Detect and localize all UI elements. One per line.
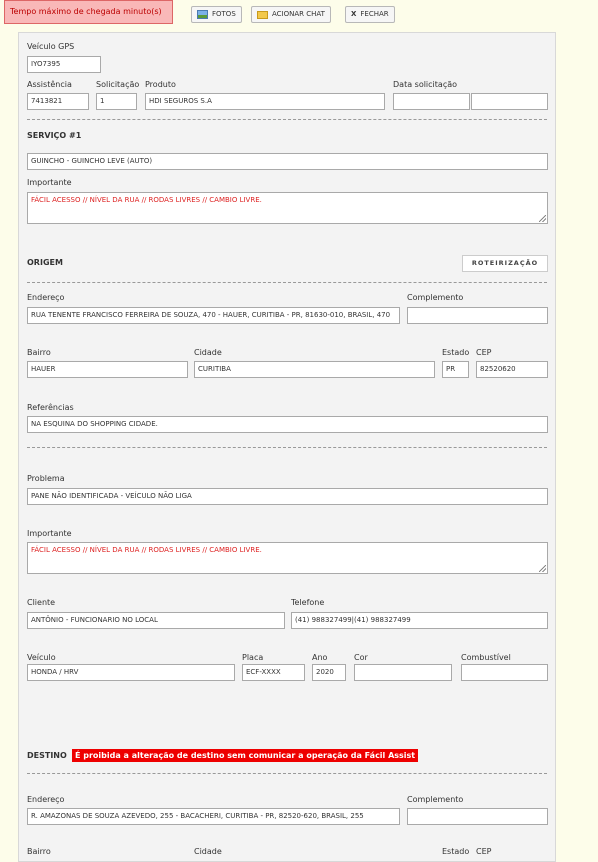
origem-bairro-label: Bairro [27,348,51,357]
origem-endereco-field[interactable]: RUA TENENTE FRANCISCO FERREIRA DE SOUZA,… [27,307,400,324]
combustivel-label: Combustível [461,653,511,662]
origem-bairro-field[interactable]: HAUER [27,361,188,378]
veiculo-label: Veículo [27,653,56,662]
cor-label: Cor [354,653,368,662]
fotos-button[interactable]: FOTOS [191,6,242,23]
origem-importante-textarea[interactable]: FÁCIL ACESSO // NÍVEL DA RUA // RODAS LI… [27,542,548,574]
origem-complemento-label: Complemento [407,293,464,302]
servico-importante-label: Importante [27,178,72,187]
cor-field[interactable] [354,664,452,681]
data-solicitacao-date-field[interactable] [393,93,470,110]
divider [27,119,547,120]
max-arrival-time-label: Tempo máximo de chegada minuto(s) [4,0,173,24]
destino-cep-label: CEP [476,847,492,856]
origem-complemento-field[interactable] [407,307,548,324]
origem-cidade-field[interactable]: CURITIBA [194,361,435,378]
problema-field[interactable]: PANE NÃO IDENTIFICADA - VEÍCULO NÃO LIGA [27,488,548,505]
origem-cep-label: CEP [476,348,492,357]
close-icon: X [351,10,357,18]
telefone-field[interactable]: (41) 988327499|(41) 988327499 [291,612,548,629]
divider [27,447,547,448]
divider [27,773,547,774]
telefone-label: Telefone [291,598,325,607]
photo-icon [197,10,208,19]
servico-field[interactable]: GUINCHO - GUINCHO LEVE (AUTO) [27,153,548,170]
destino-complemento-field[interactable] [407,808,548,825]
veiculo-gps-field[interactable]: IYO7395 [27,56,101,73]
produto-field[interactable]: HDI SEGUROS S.A [145,93,385,110]
data-solicitacao-time-field[interactable] [471,93,548,110]
servico-importante-textarea[interactable]: FÁCIL ACESSO // NÍVEL DA RUA // RODAS LI… [27,192,548,224]
destino-title: DESTINO [27,751,67,760]
envelope-icon [257,10,268,19]
solicitacao-label: Solicitação [96,80,140,89]
origem-estado-label: Estado [442,348,470,357]
destino-endereco-field[interactable]: R. AMAZONAS DE SOUZA AZEVEDO, 255 - BACA… [27,808,400,825]
origem-referencias-field[interactable]: NA ESQUINA DO SHOPPING CIDADE. [27,416,548,433]
cliente-field[interactable]: ANTÔNIO - FUNCIONARIO NO LOCAL [27,612,285,629]
placa-field[interactable]: ECF-XXXX [242,664,305,681]
assistencia-label: Assistência [27,80,72,89]
destino-estado-label: Estado [442,847,470,856]
assistencia-field[interactable]: 7413821 [27,93,89,110]
origem-cidade-label: Cidade [194,348,222,357]
acionar-chat-button[interactable]: ACIONAR CHAT [251,6,331,23]
resize-handle-icon[interactable] [539,565,546,572]
divider [27,282,547,283]
destino-complemento-label: Complemento [407,795,464,804]
origem-referencias-label: Referências [27,403,74,412]
origem-endereco-label: Endereço [27,293,65,302]
origem-importante-text: FÁCIL ACESSO // NÍVEL DA RUA // RODAS LI… [31,546,262,554]
destino-cidade-label: Cidade [194,847,222,856]
servico-importante-text: FÁCIL ACESSO // NÍVEL DA RUA // RODAS LI… [31,196,262,204]
fechar-button[interactable]: X FECHAR [345,6,395,23]
solicitacao-field[interactable]: 1 [96,93,137,110]
origem-estado-field[interactable]: PR [442,361,469,378]
resize-handle-icon[interactable] [539,215,546,222]
acionar-chat-button-label: ACIONAR CHAT [272,10,325,18]
ano-label: Ano [312,653,328,662]
destino-warning-banner: É proibida a alteração de destino sem co… [72,749,419,762]
veiculo-field[interactable]: HONDA / HRV [27,664,235,681]
veiculo-gps-label: Veículo GPS [27,42,75,51]
fotos-button-label: FOTOS [212,10,236,18]
combustivel-field[interactable] [461,664,548,681]
servico-title: SERVIÇO #1 [27,131,82,140]
destino-bairro-label: Bairro [27,847,51,856]
data-solicitacao-label: Data solicitação [393,80,458,89]
origem-title: ORIGEM [27,258,63,267]
origem-cep-field[interactable]: 82520620 [476,361,548,378]
placa-label: Placa [242,653,264,662]
ano-field[interactable]: 2020 [312,664,346,681]
problema-label: Problema [27,474,65,483]
cliente-label: Cliente [27,598,56,607]
produto-label: Produto [145,80,176,89]
fechar-button-label: FECHAR [360,10,389,18]
destino-endereco-label: Endereço [27,795,65,804]
roteirizacao-button[interactable]: ROTEIRIZAÇÃO [462,255,548,272]
origem-importante-label: Importante [27,529,72,538]
